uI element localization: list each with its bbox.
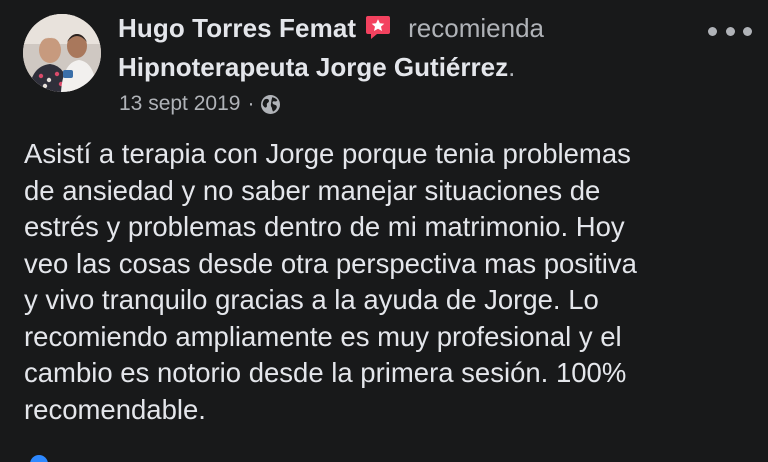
recommended-page-link[interactable]: Hipnoterapeuta Jorge Gutiérrez bbox=[118, 52, 508, 82]
more-options-icon-dot bbox=[708, 26, 717, 36]
post-text-line: Asistí a terapia con Jorge porque tenia … bbox=[24, 138, 631, 169]
post-text-line: de ansiedad y no saber manejar situacion… bbox=[24, 174, 601, 206]
post-text: Asistí a terapia con Jorge porque tenia … bbox=[24, 136, 759, 428]
recommend-action-text: recomienda bbox=[408, 12, 544, 43]
more-options-icon-dot bbox=[725, 26, 735, 36]
post-header: Hugo Torres Femat recomienda bbox=[118, 11, 544, 45]
post-meta: 13 sept 2019 · bbox=[119, 90, 281, 118]
author-avatar[interactable] bbox=[23, 14, 101, 92]
more-options-icon-dot bbox=[743, 26, 752, 36]
post-text-line: y vivo tranquilo gracias a la ayuda de J… bbox=[24, 284, 599, 315]
post-text-line: recomiendo ampliamente es muy profesiona… bbox=[24, 320, 622, 352]
more-options-button[interactable] bbox=[708, 16, 752, 46]
post-date[interactable]: 13 sept 2019 bbox=[119, 92, 240, 116]
recommend-badge-icon bbox=[365, 14, 391, 40]
globe-icon[interactable] bbox=[260, 94, 281, 115]
recommended-page-line: Hipnoterapeuta Jorge Gutiérrez. bbox=[118, 50, 515, 84]
meta-separator: · bbox=[247, 92, 255, 115]
avatar-photo bbox=[23, 14, 101, 92]
post-text-line: cambio es notorio desde la primera sesió… bbox=[24, 357, 627, 388]
like-reaction-icon[interactable] bbox=[30, 455, 48, 462]
post-text-line: veo las cosas desde otra perspectiva mas… bbox=[24, 247, 637, 279]
page-name-suffix: . bbox=[508, 52, 516, 82]
post-text-line: recomendable. bbox=[24, 393, 206, 425]
author-name[interactable]: Hugo Torres Femat bbox=[118, 13, 356, 44]
post-text-line: estrés y problemas dentro de mi matrimon… bbox=[24, 211, 625, 242]
